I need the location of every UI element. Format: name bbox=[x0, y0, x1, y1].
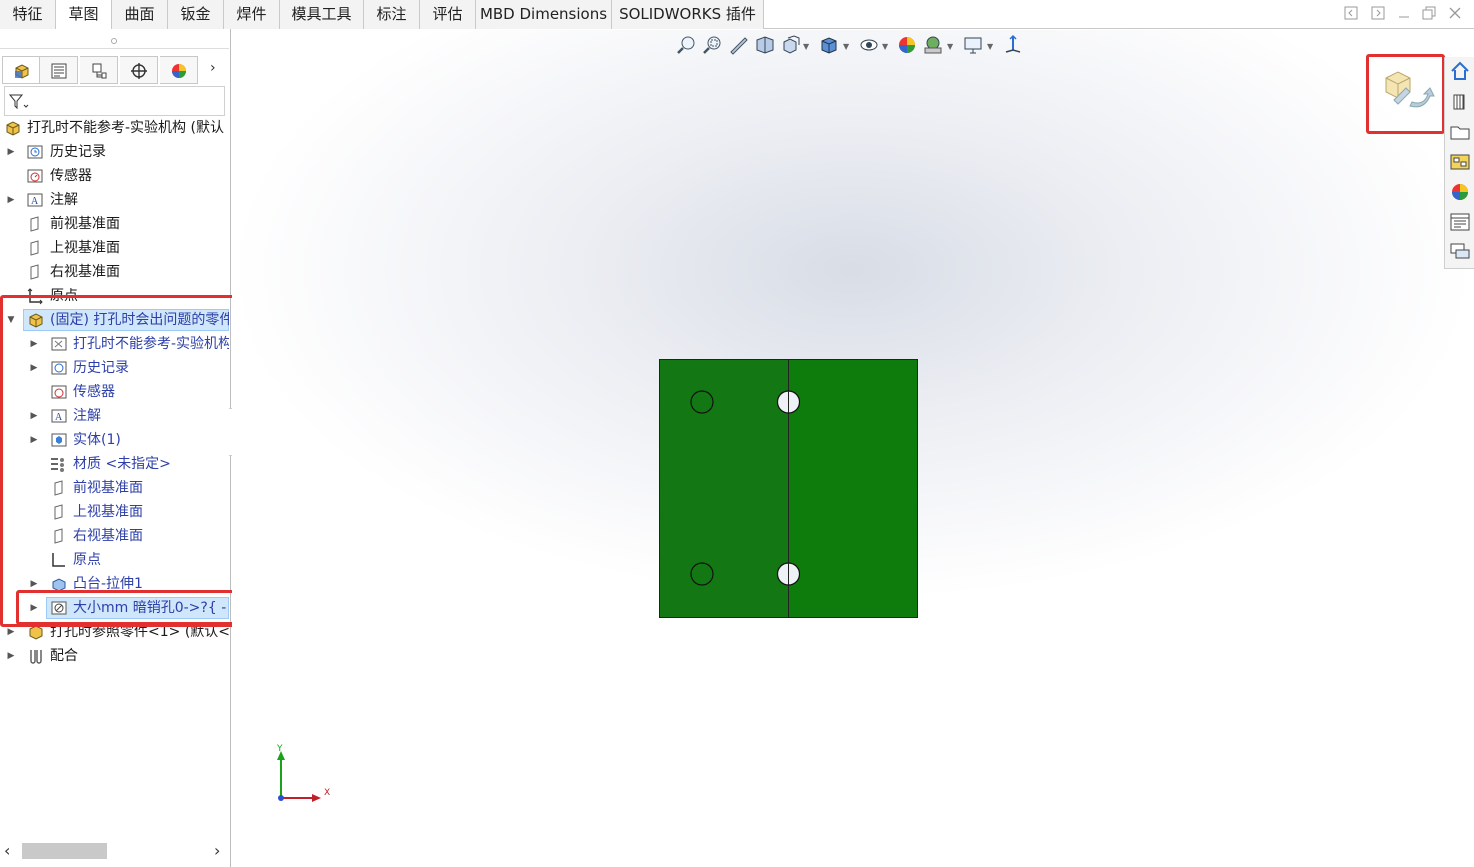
propertymanager-icon bbox=[51, 63, 67, 79]
tab-features[interactable]: 特征 bbox=[0, 0, 56, 29]
feature-manager-panel: › 打孔时不能参考-实验机构 (默认 ▶ 历史记录 传感器 ▶ A 注解 前视基… bbox=[0, 29, 274, 867]
zoom-to-fit-icon[interactable] bbox=[676, 34, 698, 56]
tree-horizontal-scrollbar[interactable]: ‹ › bbox=[2, 839, 228, 863]
tree-item-front-plane[interactable]: 前视基准面 bbox=[0, 212, 229, 236]
view-triad-icon[interactable] bbox=[1002, 34, 1024, 56]
tree-item-label: 历史记录 bbox=[50, 144, 106, 160]
solidworks-resources-home-icon[interactable] bbox=[1449, 60, 1471, 82]
restore-right-icon[interactable] bbox=[1370, 6, 1386, 22]
design-library-icon[interactable] bbox=[1449, 91, 1471, 113]
tree-item-history[interactable]: ▶ 历史记录 bbox=[0, 140, 229, 164]
tab-surfaces[interactable]: 曲面 bbox=[112, 0, 168, 29]
plane-icon bbox=[30, 216, 39, 232]
tree-item-label: 传感器 bbox=[50, 168, 92, 184]
expand-arrow-icon[interactable]: ▶ bbox=[6, 626, 16, 638]
view-palette-icon[interactable] bbox=[1449, 151, 1471, 173]
dropdown-arrow-icon[interactable]: ▼ bbox=[843, 42, 849, 51]
tree-item-mates[interactable]: ▶ 配合 bbox=[0, 644, 229, 668]
dropdown-arrow-icon[interactable]: ▼ bbox=[882, 42, 888, 51]
sensor-icon bbox=[27, 169, 43, 183]
view-orientation-icon[interactable] bbox=[780, 34, 802, 56]
command-manager-tabs: 特征 草图 曲面 钣金 焊件 模具工具 标注 评估 MBD Dimensions… bbox=[0, 0, 1474, 29]
tab-sheet-metal[interactable]: 钣金 bbox=[168, 0, 224, 29]
reference-triad: Y X bbox=[272, 744, 342, 806]
assembly-icon bbox=[6, 121, 20, 136]
dimxpert-icon bbox=[131, 63, 147, 79]
view-settings-icon[interactable] bbox=[962, 34, 984, 56]
panel-grip[interactable] bbox=[0, 33, 229, 49]
manager-tab-strip: › bbox=[2, 54, 229, 86]
tree-item-sensors[interactable]: 传感器 bbox=[0, 164, 229, 188]
propertymanager-tab[interactable] bbox=[40, 56, 78, 84]
solidworks-forum-icon[interactable] bbox=[1449, 241, 1471, 263]
triad-y-label: Y bbox=[277, 744, 283, 754]
svg-text:A: A bbox=[31, 196, 39, 207]
filter-icon bbox=[8, 94, 29, 110]
plane-icon bbox=[30, 264, 39, 280]
tree-root-label: 打孔时不能参考-实验机构 (默认 bbox=[27, 120, 224, 136]
zoom-to-area-icon[interactable] bbox=[702, 34, 724, 56]
expand-arrow-icon[interactable]: ▶ bbox=[6, 146, 16, 158]
tab-weldments[interactable]: 焊件 bbox=[224, 0, 280, 29]
history-icon bbox=[27, 145, 43, 159]
expand-arrow-icon[interactable]: ▶ bbox=[6, 194, 16, 206]
section-view-icon[interactable] bbox=[754, 34, 776, 56]
tab-solidworks-addins[interactable]: SOLIDWORKS 插件 bbox=[612, 0, 764, 29]
tree-root[interactable]: 打孔时不能参考-实验机构 (默认 bbox=[0, 116, 229, 140]
graphics-area[interactable]: ▼ ▼ ▼ ▼ ▼ Y X bbox=[232, 30, 1474, 867]
tab-mbd-dimensions[interactable]: MBD Dimensions bbox=[476, 0, 612, 29]
dimxpertmanager-tab[interactable] bbox=[120, 56, 158, 84]
dropdown-arrow-icon[interactable]: ▼ bbox=[947, 42, 953, 51]
previous-view-icon[interactable] bbox=[728, 34, 750, 56]
displaymanager-tab[interactable] bbox=[160, 56, 198, 84]
featuremanager-tab[interactable] bbox=[2, 56, 40, 84]
tree-item-label: 配合 bbox=[50, 648, 78, 664]
triad-x-label: X bbox=[324, 788, 331, 798]
annotation-icon: A bbox=[27, 193, 43, 207]
tree-item-label: 右视基准面 bbox=[50, 264, 120, 280]
minimize-icon[interactable] bbox=[1396, 6, 1412, 22]
tree-item-top-plane[interactable]: 上视基准面 bbox=[0, 236, 229, 260]
more-tabs-chevron-icon[interactable]: › bbox=[210, 60, 216, 76]
featuremanager-icon bbox=[15, 64, 29, 79]
tree-item-right-plane[interactable]: 右视基准面 bbox=[0, 260, 229, 284]
tree-item-label: 注解 bbox=[50, 192, 78, 208]
task-pane-tabs bbox=[1444, 57, 1474, 269]
scroll-right-icon[interactable]: › bbox=[214, 841, 220, 860]
highlight-box-view-cube bbox=[1366, 54, 1445, 134]
configurationmanager-tab[interactable] bbox=[80, 56, 118, 84]
tab-mold-tools[interactable]: 模具工具 bbox=[280, 0, 364, 29]
hide-show-items-icon[interactable] bbox=[858, 34, 880, 56]
maximize-icon[interactable] bbox=[1421, 6, 1437, 22]
plane-icon bbox=[30, 240, 39, 256]
dropdown-arrow-icon[interactable]: ▼ bbox=[987, 42, 993, 51]
apply-scene-icon[interactable] bbox=[922, 34, 944, 56]
tab-sketch[interactable]: 草图 bbox=[56, 0, 112, 29]
configurationmanager-icon bbox=[92, 63, 107, 79]
dropdown-arrow-icon[interactable]: ▼ bbox=[803, 42, 809, 51]
tree-item-label: 前视基准面 bbox=[50, 216, 120, 232]
edit-appearance-icon[interactable] bbox=[896, 34, 918, 56]
scrollbar-thumb[interactable] bbox=[22, 843, 107, 859]
custom-properties-icon[interactable] bbox=[1449, 211, 1471, 233]
tree-filter-box[interactable] bbox=[4, 86, 225, 116]
appearances-scenes-icon[interactable] bbox=[1449, 181, 1471, 203]
part-model-green-plate[interactable] bbox=[659, 359, 918, 618]
tab-markup[interactable]: 标注 bbox=[364, 0, 420, 29]
close-icon[interactable] bbox=[1447, 6, 1463, 22]
scroll-left-icon[interactable]: ‹ bbox=[4, 841, 10, 860]
tree-item-label: 上视基准面 bbox=[50, 240, 120, 256]
mates-icon bbox=[30, 650, 42, 664]
display-style-icon[interactable] bbox=[818, 34, 840, 56]
file-explorer-icon[interactable] bbox=[1449, 121, 1471, 143]
expand-arrow-icon[interactable]: ▶ bbox=[6, 650, 16, 662]
tab-evaluate[interactable]: 评估 bbox=[420, 0, 476, 29]
tree-item-annotations[interactable]: ▶ A 注解 bbox=[0, 188, 229, 212]
restore-left-icon[interactable] bbox=[1343, 6, 1359, 22]
displaymanager-icon bbox=[172, 64, 186, 78]
